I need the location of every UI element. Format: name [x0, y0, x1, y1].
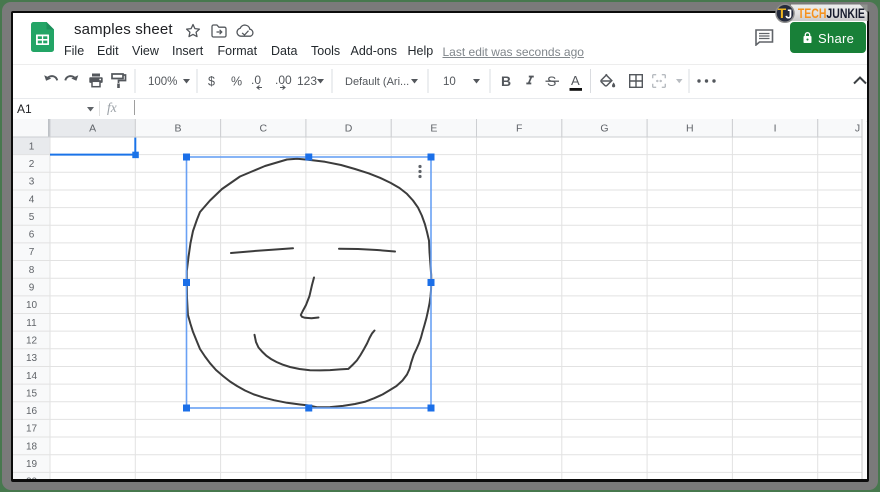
svg-text:19: 19 [26, 459, 38, 470]
svg-text:C: C [259, 123, 267, 135]
svg-text:B: B [174, 123, 181, 135]
svg-text:20: 20 [26, 477, 38, 479]
svg-text:7: 7 [29, 247, 35, 258]
svg-text:123: 123 [297, 74, 317, 88]
svg-text:5: 5 [29, 212, 35, 223]
svg-text:12: 12 [26, 335, 38, 346]
svg-text:D: D [345, 123, 353, 135]
svg-text:E: E [430, 123, 437, 135]
svg-text:Default (Ari...: Default (Ari... [345, 76, 409, 88]
svg-text:T: T [778, 5, 787, 21]
svg-text:11: 11 [26, 318, 37, 329]
svg-text:10: 10 [443, 76, 456, 88]
svg-text:17: 17 [26, 424, 38, 435]
svg-text:14: 14 [26, 371, 38, 382]
svg-text:F: F [516, 123, 522, 135]
svg-text:3: 3 [29, 177, 35, 188]
svg-text:16: 16 [26, 406, 38, 417]
svg-text:10: 10 [26, 300, 38, 311]
svg-text:15: 15 [26, 388, 38, 399]
svg-text:B: B [501, 73, 511, 89]
svg-text:.00: .00 [275, 73, 292, 87]
svg-text:9: 9 [29, 283, 35, 294]
svg-text:I: I [774, 123, 777, 135]
svg-text:18: 18 [26, 441, 38, 452]
svg-text:13: 13 [26, 353, 38, 364]
svg-text:1: 1 [29, 141, 35, 152]
svg-text:J: J [855, 123, 860, 135]
svg-text:.0: .0 [251, 73, 261, 87]
svg-text:6: 6 [29, 230, 35, 241]
svg-text:G: G [600, 123, 608, 135]
svg-text:J: J [785, 8, 792, 22]
svg-text:H: H [686, 123, 694, 135]
svg-text:100%: 100% [148, 76, 177, 88]
svg-text:%: % [231, 75, 242, 89]
svg-text:$: $ [208, 75, 215, 89]
svg-text:TECHJUNKIE: TECHJUNKIE [798, 6, 865, 22]
svg-text:2: 2 [29, 159, 35, 170]
svg-text:A: A [571, 73, 580, 88]
svg-text:A: A [89, 123, 96, 135]
svg-text:8: 8 [29, 265, 35, 276]
svg-text:4: 4 [29, 194, 35, 205]
